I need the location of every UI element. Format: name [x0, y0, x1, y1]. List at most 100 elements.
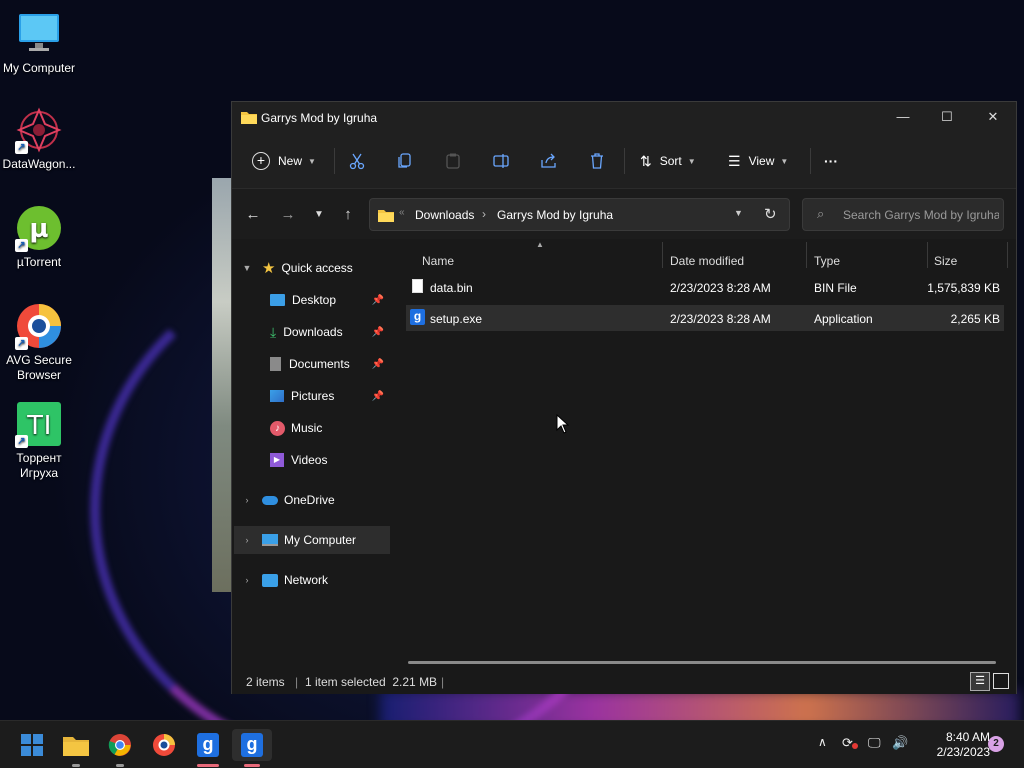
status-bar: 2 items | 1 item selected 2.21 MB | ☰ [232, 670, 1016, 694]
minimize-button[interactable]: — [880, 102, 926, 132]
nav-label: My Computer [284, 533, 357, 547]
show-hidden-icons-chevron-icon[interactable]: ∧ [818, 735, 827, 749]
pin-icon[interactable]: 📌 [372, 327, 384, 338]
file-row[interactable]: g setup.exe 2/23/2023 8:28 AM Applicatio… [406, 305, 1004, 331]
nav-item-pictures[interactable]: Pictures 📌 [232, 382, 388, 410]
chrome-icon [108, 734, 131, 756]
taskbar-chrome[interactable] [100, 729, 140, 767]
nav-item-downloads[interactable]: ⤓ Downloads 📌 [232, 318, 388, 346]
address-chevron-down-icon[interactable]: ▼ [734, 208, 743, 218]
chevron-down-icon: ▼ [687, 156, 696, 166]
network-icon [262, 573, 278, 587]
column-divider[interactable] [806, 242, 807, 268]
share-icon [541, 153, 556, 168]
desktop-icon-utorrent[interactable]: µ ↗ µTorrent [0, 204, 78, 270]
address-bar[interactable]: « Downloads › Garrys Mod by Igruha ▼ ↻ [369, 198, 790, 231]
network-status-icon[interactable]: 🖵 [868, 735, 881, 751]
nav-label: Desktop [292, 293, 337, 307]
taskbar-file-explorer[interactable] [56, 729, 96, 767]
sync-icon[interactable]: ⟳ [842, 735, 858, 751]
up-arrow-icon[interactable]: ↑ [337, 204, 359, 226]
datawagon-icon: ↗ [15, 106, 63, 154]
pin-icon[interactable]: 📌 [372, 295, 384, 306]
column-divider[interactable] [662, 242, 663, 268]
column-header-size[interactable]: Size [934, 254, 957, 268]
clock-time: 8:40 AM [945, 730, 990, 744]
taskbar-garrys-mod-active[interactable]: g [232, 729, 272, 767]
file-date: 2/23/2023 8:28 AM [670, 312, 771, 326]
column-header-type[interactable]: Type [814, 254, 840, 268]
breadcrumb-downloads[interactable]: Downloads [415, 208, 474, 222]
monitor-icon [15, 10, 63, 58]
desktop-icon-torrent-igruha[interactable]: TI ↗ Торрент Игруха [0, 400, 78, 481]
cut-button[interactable] [348, 149, 366, 173]
recent-locations-chevron-icon[interactable]: ▼ [308, 204, 330, 226]
search-input[interactable]: ⌕ Search Garrys Mod by Igruha [802, 198, 1004, 231]
pin-icon[interactable]: 📌 [372, 359, 384, 370]
nav-item-documents[interactable]: Documents 📌 [232, 350, 388, 378]
notification-badge[interactable]: 2 [988, 736, 1004, 752]
clock-date: 2/23/2023 [936, 745, 990, 759]
star-icon: ★ [262, 260, 276, 277]
nav-label: Quick access [281, 261, 353, 275]
file-size: 2,265 KB [950, 312, 1000, 326]
nav-item-desktop[interactable]: Desktop 📌 [232, 286, 388, 314]
share-button[interactable] [540, 149, 558, 173]
desktop-folder-icon [270, 294, 285, 306]
pin-icon[interactable]: 📌 [372, 391, 384, 402]
nav-label: Pictures [291, 389, 335, 403]
chevron-right-icon: › [245, 535, 249, 545]
running-indicator [244, 764, 260, 767]
paste-button[interactable] [444, 149, 462, 173]
nav-onedrive[interactable]: › OneDrive [240, 486, 396, 514]
breadcrumb-current-folder[interactable]: Garrys Mod by Igruha [497, 208, 613, 222]
nav-quick-access[interactable]: ▼ ★ Quick access [240, 254, 396, 282]
volume-icon[interactable]: 🔊 [892, 735, 908, 751]
back-arrow-icon[interactable]: ← [242, 204, 264, 226]
desktop-icon-label: Торрент Игруха [16, 451, 62, 480]
copy-button[interactable] [396, 149, 414, 173]
column-header-date-modified[interactable]: Date modified [670, 254, 744, 268]
explorer-body: ▼ ★ Quick access Desktop 📌 ⤓ Downloads 📌… [232, 240, 1016, 670]
forward-arrow-icon[interactable]: → [277, 204, 299, 226]
horizontal-scrollbar[interactable] [408, 661, 996, 664]
file-row[interactable]: data.bin 2/23/2023 8:28 AM BIN File 1,57… [406, 274, 1004, 300]
column-divider[interactable] [927, 242, 928, 268]
more-options-button[interactable]: ··· [824, 149, 838, 173]
nav-network[interactable]: › Network [240, 566, 396, 594]
desktop-icon-label: AVG Secure Browser [6, 353, 72, 382]
sort-button[interactable]: ⇅ Sort ▼ [640, 149, 696, 173]
file-type: BIN File [814, 281, 857, 295]
search-placeholder: Search Garrys Mod by Igruha [843, 208, 999, 222]
new-button[interactable]: + New ▼ [252, 149, 316, 173]
clipboard-icon [446, 153, 460, 169]
view-button[interactable]: ☰ View ▼ [728, 149, 788, 173]
taskbar-avg-browser[interactable] [144, 729, 184, 761]
column-divider[interactable] [1007, 242, 1008, 268]
desktop-icon-avg-browser[interactable]: ↗ AVG Secure Browser [0, 302, 78, 383]
view-icon: ☰ [728, 152, 741, 169]
igruha-icon: TI ↗ [15, 400, 63, 448]
nav-label: Music [291, 421, 323, 435]
nav-my-computer[interactable]: › My Computer [234, 526, 390, 554]
refresh-icon[interactable]: ↻ [764, 205, 777, 223]
nav-item-music[interactable]: ♪ Music [232, 414, 388, 442]
close-button[interactable]: ✕ [970, 102, 1016, 132]
taskbar-garrys-mod[interactable]: g [188, 729, 228, 767]
desktop-icon-my-computer[interactable]: My Computer [0, 10, 78, 76]
nav-label: Downloads [283, 325, 343, 339]
nav-item-videos[interactable]: ▶ Videos [232, 446, 388, 474]
video-icon: ▶ [270, 453, 284, 467]
tiles-view-icon[interactable] [993, 673, 1009, 689]
maximize-button[interactable]: ☐ [924, 102, 970, 132]
system-clock[interactable]: 8:40 AM 2/23/2023 [912, 730, 990, 760]
delete-button[interactable] [588, 149, 606, 173]
details-view-icon[interactable]: ☰ [970, 672, 990, 691]
desktop-icon-datawagon[interactable]: ↗ DataWagon... [0, 106, 78, 172]
breadcrumb-overflow[interactable]: « [399, 207, 405, 218]
title-bar[interactable]: Garrys Mod by Igruha — ☐ ✕ [232, 102, 1016, 132]
new-label: New [278, 154, 303, 168]
column-header-name[interactable]: Name [422, 254, 454, 268]
rename-button[interactable] [492, 149, 510, 173]
start-button[interactable] [12, 729, 52, 761]
